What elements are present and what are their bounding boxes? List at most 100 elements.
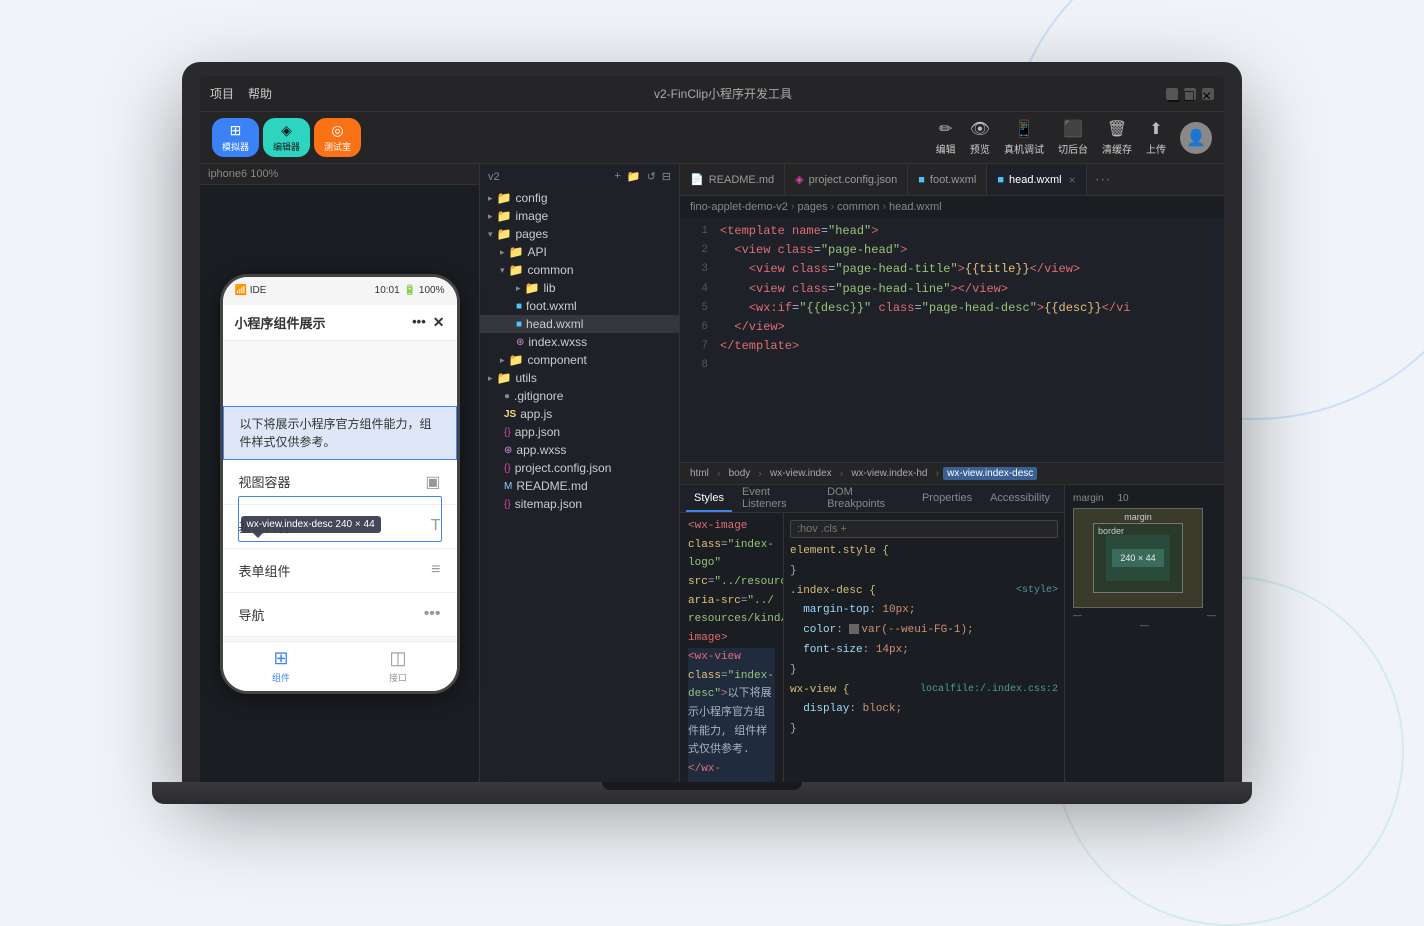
api-folder-icon: 📁 xyxy=(509,245,524,259)
selected-component-area[interactable]: 以下将展示小程序官方组件能力，组件样式仅供参考。 xyxy=(223,406,457,460)
action-preview[interactable]: 👁 预览 xyxy=(970,119,990,156)
phone-navbar: 小程序组件展示 ••• ✕ xyxy=(223,305,457,341)
wx-view-source: localfile:/.index.css:2 xyxy=(920,681,1058,699)
elem-index[interactable]: wx-view.index xyxy=(766,467,836,480)
styles-filter-input[interactable] xyxy=(790,520,1058,538)
file-item-utils[interactable]: 📁 utils xyxy=(480,369,679,387)
code-editor[interactable]: 1 <template name="head"> 2 <view class="… xyxy=(680,218,1224,462)
menu-help[interactable]: 帮助 xyxy=(248,85,272,102)
user-avatar[interactable]: 👤 xyxy=(1180,122,1212,154)
tab-dom-breakpoints[interactable]: DOM Breakpoints xyxy=(819,485,912,512)
breadcrumb-sep1: › xyxy=(791,201,795,213)
action-clear-cache[interactable]: 🗑 清缓存 xyxy=(1102,119,1132,156)
preview-device-label: iphone6 100% xyxy=(208,168,278,180)
tab-project-config[interactable]: ◈ project.config.json xyxy=(785,164,908,195)
file-item-common[interactable]: 📁 common xyxy=(480,261,679,279)
simulator-button[interactable]: ⊞ 模拟器 xyxy=(212,118,259,157)
common-folder-icon: 📁 xyxy=(509,263,524,277)
action-background[interactable]: ⬛ 切后台 xyxy=(1058,119,1088,156)
close-button[interactable]: × xyxy=(1202,88,1214,100)
line-num-1: 1 xyxy=(680,222,716,241)
file-item-image[interactable]: 📁 image xyxy=(480,207,679,225)
editor-button[interactable]: ◈ 编辑器 xyxy=(263,118,310,157)
line-num-3: 3 xyxy=(680,260,716,279)
action-device-debug[interactable]: 📱 真机调试 xyxy=(1004,119,1044,156)
elem-index-desc[interactable]: wx-view.index-desc xyxy=(943,467,1037,480)
file-item-gitignore[interactable]: ● .gitignore xyxy=(480,387,679,405)
color-swatch xyxy=(849,624,859,634)
nav-component[interactable]: ⊞ 组件 xyxy=(223,648,340,684)
nav-interface-label: 接口 xyxy=(389,671,407,684)
component-view-icon: ▣ xyxy=(425,472,440,492)
component-item-view[interactable]: 视图容器 ▣ xyxy=(223,460,457,505)
file-item-sitemap[interactable]: {} sitemap.json xyxy=(480,495,679,513)
minimize-button[interactable]: － xyxy=(1166,88,1178,100)
component-view-label: 视图容器 xyxy=(239,472,291,491)
tab-more-button[interactable]: ··· xyxy=(1087,164,1119,195)
box-model-title: margin 10 xyxy=(1073,493,1216,504)
gitignore-label: .gitignore xyxy=(514,389,563,403)
nav-dots[interactable]: ••• ✕ xyxy=(412,314,444,331)
line-num-5: 5 xyxy=(680,299,716,318)
tab-event-listeners[interactable]: Event Listeners xyxy=(734,485,817,512)
component-item-nav[interactable]: 导航 ••• xyxy=(223,593,457,637)
tab-styles[interactable]: Styles xyxy=(686,485,732,512)
file-item-appjson[interactable]: {} app.json xyxy=(480,423,679,441)
file-item-foot-wxml[interactable]: ■ foot.wxml xyxy=(480,297,679,315)
tab-properties[interactable]: Properties xyxy=(914,485,980,512)
tab-foot-wxml[interactable]: ■ foot.wxml xyxy=(908,164,987,195)
file-item-readme[interactable]: M README.md xyxy=(480,477,679,495)
index-desc-source: <style> xyxy=(1016,582,1058,600)
action-upload[interactable]: ⬆ 上传 xyxy=(1146,119,1166,156)
file-item-component[interactable]: 📁 component xyxy=(480,351,679,369)
collapse-icon[interactable]: ⊟ xyxy=(662,170,671,183)
tab-accessibility[interactable]: Accessibility xyxy=(982,485,1058,512)
file-item-head-wxml[interactable]: ■ head.wxml xyxy=(480,315,679,333)
devtools-body: Styles Event Listeners DOM Breakpoints P… xyxy=(680,485,1224,782)
nav-interface[interactable]: ◫ 接口 xyxy=(340,648,457,684)
file-item-pages[interactable]: 📁 pages xyxy=(480,225,679,243)
menu-project[interactable]: 项目 xyxy=(210,85,234,102)
component-nav-icon: ••• xyxy=(424,605,441,623)
maximize-button[interactable]: □ xyxy=(1184,88,1196,100)
code-line-8: 8 xyxy=(680,356,1224,375)
tab-readme[interactable]: 📄 README.md xyxy=(680,164,785,195)
tab-foot-label: foot.wxml xyxy=(930,174,976,186)
file-item-appwxss[interactable]: ⊛ app.wxss xyxy=(480,441,679,459)
refresh-icon[interactable]: ↺ xyxy=(647,170,656,183)
laptop-wrapper: 项目 帮助 v2-FinClip小程序开发工具 － □ × ⊞ 模拟器 xyxy=(172,62,1252,804)
devtools-panel: html › body › wx-view.index › wx-view.in… xyxy=(680,462,1224,782)
file-item-project-config[interactable]: {} project.config.json xyxy=(480,459,679,477)
preview-header: iphone6 100% xyxy=(200,164,479,185)
line-content-1: <template name="head"> xyxy=(716,222,1224,241)
config-label: config xyxy=(515,191,547,205)
file-item-index-wxss[interactable]: ⊛ index.wxss xyxy=(480,333,679,351)
utils-folder-icon: 📁 xyxy=(497,371,512,385)
tab-head-close[interactable]: × xyxy=(1069,173,1076,187)
file-item-appjs[interactable]: JS app.js xyxy=(480,405,679,423)
phone-signal: 📶 IDE xyxy=(235,285,267,296)
action-edit[interactable]: ✏ 编辑 xyxy=(936,119,956,156)
elem-body[interactable]: body xyxy=(725,467,755,480)
elem-html[interactable]: html xyxy=(686,467,713,480)
tab-head-wxml[interactable]: ■ head.wxml × xyxy=(987,164,1086,195)
file-item-api[interactable]: 📁 API xyxy=(480,243,679,261)
breadcrumb-file: head.wxml xyxy=(889,201,942,213)
component-form-label: 表单组件 xyxy=(239,561,291,580)
breadcrumb-sep2: › xyxy=(831,201,835,213)
config-chevron xyxy=(488,193,493,204)
component-item-form[interactable]: 表单组件 ≡ xyxy=(223,549,457,593)
utils-label: utils xyxy=(515,371,536,385)
preview-icon: 👁 xyxy=(970,119,990,139)
elem-index-hd[interactable]: wx-view.index-hd xyxy=(847,467,931,480)
new-file-icon[interactable]: + xyxy=(614,170,620,183)
new-folder-icon[interactable]: 📁 xyxy=(627,170,641,183)
box-padding: 240 × 44 xyxy=(1106,535,1170,581)
line-content-6: </view> xyxy=(716,318,1224,337)
lib-folder-icon: 📁 xyxy=(525,281,540,295)
file-item-lib[interactable]: 📁 lib xyxy=(480,279,679,297)
index-desc-close: } xyxy=(790,661,1058,681)
file-item-config[interactable]: 📁 config xyxy=(480,189,679,207)
lib-label: lib xyxy=(543,281,555,295)
testroom-button[interactable]: ◎ 测试室 xyxy=(314,118,361,157)
